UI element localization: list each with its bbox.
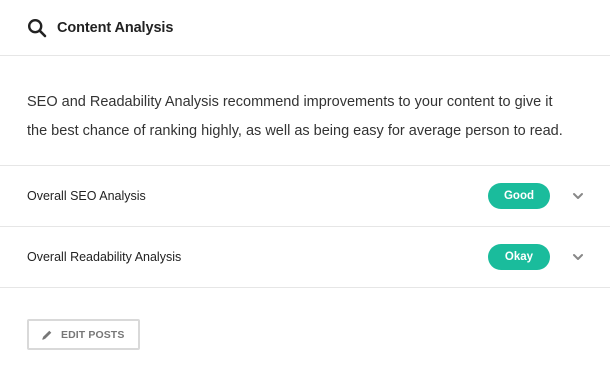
panel-title: Content Analysis <box>57 19 174 36</box>
content-analysis-panel: Content Analysis SEO and Readability Ana… <box>0 0 610 371</box>
pencil-icon <box>41 329 53 341</box>
chevron-down-icon[interactable] <box>572 251 584 263</box>
seo-analysis-label: Overall SEO Analysis <box>27 189 146 203</box>
panel-footer: EDIT POSTS <box>0 288 610 350</box>
edit-posts-label: EDIT POSTS <box>61 328 125 341</box>
readability-analysis-label: Overall Readability Analysis <box>27 250 182 264</box>
analysis-description: SEO and Readability Analysis recommend i… <box>0 56 610 166</box>
readability-analysis-row[interactable]: Overall Readability Analysis Okay <box>0 227 610 288</box>
seo-analysis-row[interactable]: Overall SEO Analysis Good <box>0 166 610 227</box>
chevron-down-icon[interactable] <box>572 190 584 202</box>
search-icon <box>27 18 47 38</box>
seo-status-badge: Good <box>488 183 550 209</box>
edit-posts-button[interactable]: EDIT POSTS <box>27 319 140 350</box>
readability-status-badge: Okay <box>488 244 550 270</box>
panel-header: Content Analysis <box>0 0 610 56</box>
